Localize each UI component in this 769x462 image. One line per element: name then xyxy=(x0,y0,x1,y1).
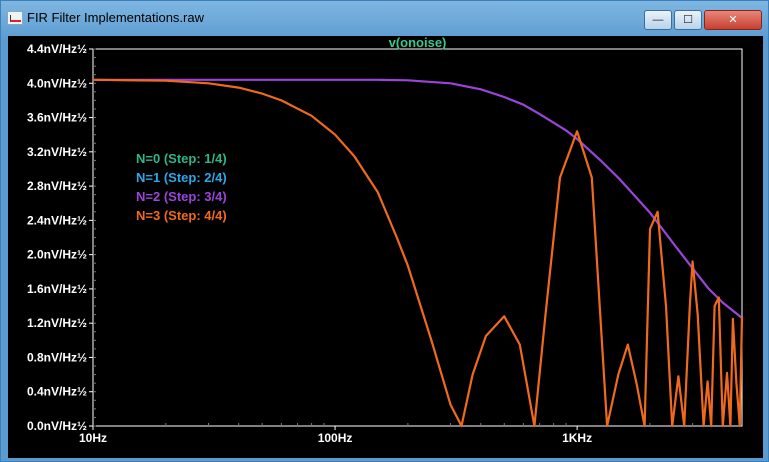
title-bar[interactable]: FIR Filter Implementations.raw — ☐ ✕ xyxy=(1,1,768,35)
y-tick-label: 4.4nV/Hz½ xyxy=(27,42,87,56)
window-title: FIR Filter Implementations.raw xyxy=(27,10,204,25)
plot-pane[interactable]: v(onoise) 0.0nV/Hz½ 0.4nV/Hz½ 0.8nV/Hz½ 1.2n… xyxy=(8,36,763,458)
series-line-n3 xyxy=(92,78,744,428)
y-tick-label: 0.8nV/Hz½ xyxy=(27,350,87,364)
app-window: FIR Filter Implementations.raw — ☐ ✕ v(o… xyxy=(0,0,769,462)
y-tick-label: 0.4nV/Hz½ xyxy=(27,385,87,399)
legend-entry: N=0 (Step: 1/4) xyxy=(136,151,227,166)
y-tick-label: 3.6nV/Hz½ xyxy=(27,111,87,125)
y-tick-label: 2.0nV/Hz½ xyxy=(27,248,87,262)
y-tick-label: 4.0nV/Hz½ xyxy=(27,76,87,90)
legend-entry: N=1 (Step: 2/4) xyxy=(136,170,227,185)
y-tick-label: 3.2nV/Hz½ xyxy=(27,145,87,159)
close-button[interactable]: ✕ xyxy=(704,10,762,30)
y-tick-label: 2.8nV/Hz½ xyxy=(27,179,87,193)
maximize-button[interactable]: ☐ xyxy=(674,10,702,30)
y-tick-label: 0.0nV/Hz½ xyxy=(27,419,87,433)
y-tick-label: 1.2nV/Hz½ xyxy=(27,316,87,330)
noise-plot[interactable]: v(onoise) 0.0nV/Hz½ 0.4nV/Hz½ 0.8nV/Hz½ 1.2n… xyxy=(8,36,763,458)
x-tick-label: 1KHz xyxy=(562,431,592,445)
waveform-app-icon xyxy=(7,11,23,25)
y-tick-label: 1.6nV/Hz½ xyxy=(27,282,87,296)
legend-entry: N=3 (Step: 4/4) xyxy=(136,208,227,223)
legend-entry: N=2 (Step: 3/4) xyxy=(136,189,227,204)
y-tick-label: 2.4nV/Hz½ xyxy=(27,213,87,227)
x-tick-label: 10Hz xyxy=(79,431,107,445)
minimize-button[interactable]: — xyxy=(644,10,672,30)
chart-title: v(onoise) xyxy=(389,36,447,50)
plot-frame xyxy=(92,48,743,427)
x-tick-label: 100Hz xyxy=(318,431,353,445)
